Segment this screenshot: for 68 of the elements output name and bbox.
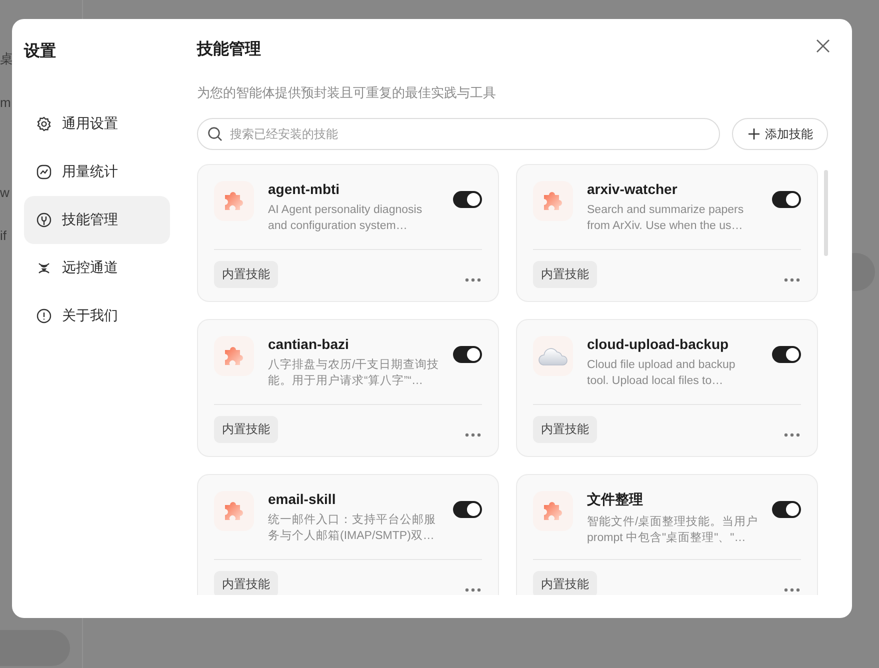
skill-description: 智能文件/桌面整理技能。当用户 [587,514,758,530]
toggle-switch[interactable] [453,501,482,518]
sidebar-item-label: 用量统计 [62,163,118,181]
toggle-switch[interactable] [772,501,802,518]
skill-description: 统一邮件入口：支持平台公邮服 [268,512,437,528]
skill-description: AI Agent personality diagnosis [268,203,424,218]
sidebar-item[interactable]: 关于我们 [24,292,170,340]
background-text: w [0,185,10,200]
more-icon[interactable] [783,432,801,438]
background-text: if [0,228,6,243]
skill-description: from ArXiv. Use when the us… [587,219,744,234]
search-icon [207,126,223,142]
skill-name: email-skill [268,491,337,507]
toggle-switch[interactable] [772,191,801,208]
skill-name: 文件整理 [587,491,644,509]
sidebar-item-label: 关于我们 [62,307,118,325]
toggle-switch[interactable] [453,191,482,208]
scrollbar[interactable] [824,170,828,256]
close-button[interactable] [814,37,832,55]
skill-tag: 内置技能 [533,416,597,442]
cloud-icon [537,345,569,367]
more-icon[interactable] [464,587,482,593]
skill-name: cloud-upload-backup [587,336,730,352]
toggle-switch[interactable] [772,346,801,363]
skill-tag: 内置技能 [214,570,278,595]
sidebar-item[interactable]: 远控通道 [24,244,170,292]
puzzle-icon [542,500,564,522]
skill-name: arxiv-watcher [587,181,678,197]
background-text: m [0,95,11,110]
sidebar-item[interactable]: 技能管理 [24,196,170,244]
more-icon[interactable] [783,277,801,283]
sidebar-item[interactable]: 用量统计 [24,148,170,196]
skill-tag: 内置技能 [214,416,278,442]
info-icon [36,308,52,324]
puzzle-icon [223,345,245,367]
skill-name: agent-mbti [268,181,341,197]
toggle-switch[interactable] [453,346,482,363]
plus-icon [747,127,761,141]
more-icon[interactable] [464,277,482,283]
skill-tag: 内置技能 [533,570,597,595]
sidebar-item[interactable]: 通用设置 [24,100,170,148]
sidebar-item-label: 通用设置 [62,115,118,133]
skill-description: 务与个人邮箱(IMAP/SMTP)双… [268,528,436,544]
page-subtitle: 为您的智能体提供预封装且可重复的最佳实践与工具 [197,84,497,102]
add-skill-button[interactable]: 添加技能 [732,118,828,150]
skill-description: Cloud file upload and backup [587,358,736,373]
skill-tag: 内置技能 [214,260,278,288]
skill-description: 八字排盘与农历/干支日期查询技 [268,357,440,373]
more-icon[interactable] [464,432,482,438]
skill-name: cantian-bazi [268,336,350,352]
skill-description: prompt 中包含"桌面整理"、"… [587,530,747,546]
background-text: 桌 [0,50,13,68]
chart-icon [36,164,52,180]
sidebar-item-label: 远控通道 [62,259,118,277]
puzzle-icon [542,190,564,212]
page-title: 技能管理 [197,40,261,60]
sidebar-title: 设置 [24,42,57,62]
skill-description: Search and summarize papers [587,203,745,218]
skill-description: and configuration system… [268,219,408,234]
skill-description: 能。用于用户请求“算八字”“… [268,373,424,389]
skill-tag: 内置技能 [533,260,597,288]
gear-icon [36,116,52,132]
puzzle-icon [223,500,245,522]
skill-description: tool. Upload local files to… [587,374,724,389]
sidebar-item-label: 技能管理 [62,211,118,229]
search-field[interactable]: 搜索已经安装的技能 [197,118,720,150]
puzzle-icon [223,190,245,212]
more-icon[interactable] [783,587,801,593]
